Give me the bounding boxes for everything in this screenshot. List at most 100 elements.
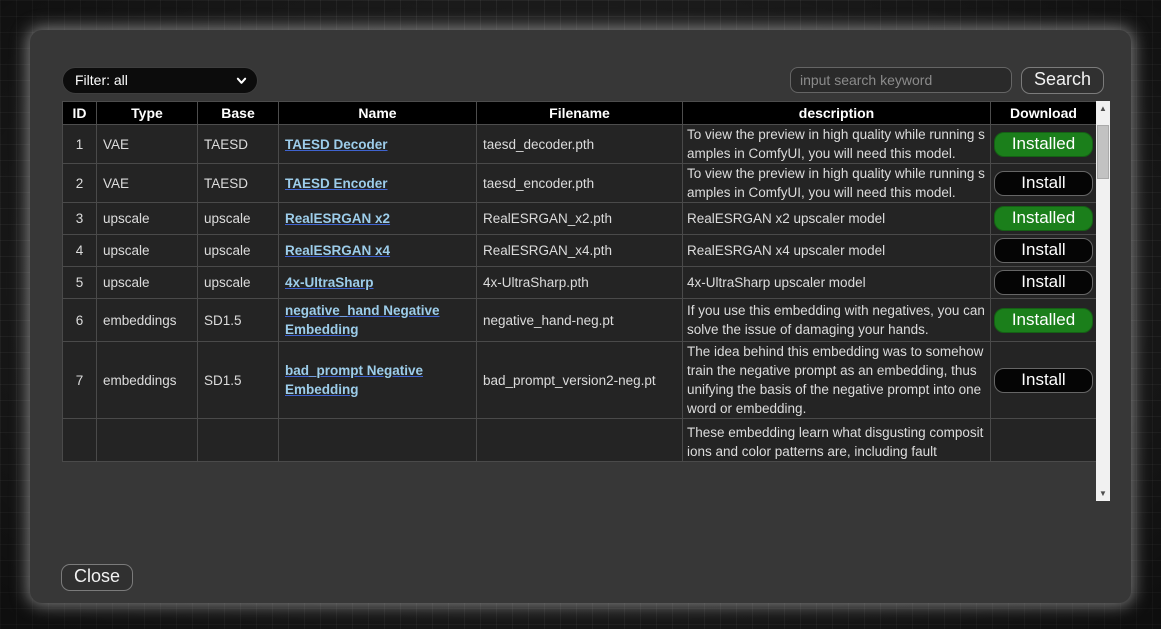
- scroll-down-icon: ▼: [1099, 489, 1107, 498]
- cell-download: Installed: [991, 203, 1097, 235]
- table-row: 7embeddingsSD1.5bad_prompt Negative Embe…: [63, 342, 1097, 419]
- cell-id: 4: [63, 235, 97, 267]
- cell-name: RealESRGAN x2: [279, 203, 477, 235]
- cell-type: VAE: [97, 164, 198, 203]
- cell-download: Install: [991, 342, 1097, 419]
- cell-id: 7: [63, 342, 97, 419]
- cell-description: To view the preview in high quality whil…: [683, 164, 991, 203]
- cell-download: Install: [991, 164, 1097, 203]
- model-name-link[interactable]: TAESD Decoder: [285, 137, 388, 152]
- cell-filename: RealESRGAN_x2.pth: [477, 203, 683, 235]
- scroll-down-button[interactable]: ▼: [1096, 486, 1110, 501]
- table-row: 1VAETAESD TAESD Decoder taesd_decoder.pthT…: [63, 125, 1097, 164]
- install-models-dialog: Filter: all Search IDTypeBaseNameFilenam…: [30, 30, 1131, 603]
- search-group: Search: [790, 67, 1104, 94]
- cell-download: [991, 419, 1097, 462]
- cell-filename: RealESRGAN_x4.pth: [477, 235, 683, 267]
- cell-base: upscale: [198, 267, 279, 299]
- cell-description: 4x-UltraSharp upscaler model: [683, 267, 991, 299]
- cell-description: RealESRGAN x4 upscaler model: [683, 235, 991, 267]
- cell-base: TAESD: [198, 164, 279, 203]
- cell-filename: negative_hand-neg.pt: [477, 299, 683, 342]
- cell-description: RealESRGAN x2 upscaler model: [683, 203, 991, 235]
- model-table-viewport: IDTypeBaseNameFilenamedescriptionDownloa…: [62, 101, 1096, 501]
- cell-description: If you use this embedding with negatives…: [683, 299, 991, 342]
- filter-select[interactable]: Filter: all: [62, 67, 258, 94]
- cell-type: [97, 419, 198, 462]
- cell-base: SD1.5: [198, 342, 279, 419]
- model-name-link[interactable]: negative_hand Negative Embedding: [285, 303, 440, 337]
- column-header-name: Name: [279, 102, 477, 125]
- table-scrollbar[interactable]: ▲ ▼: [1096, 101, 1110, 501]
- cell-base: TAESD: [198, 125, 279, 164]
- cell-download: Install: [991, 235, 1097, 267]
- cell-description: The idea behind this embedding was to so…: [683, 342, 991, 419]
- cell-download: Installed: [991, 125, 1097, 164]
- toolbar: Filter: all Search: [62, 66, 1104, 94]
- cell-base: [198, 419, 279, 462]
- filter-select-wrap: Filter: all: [62, 67, 258, 94]
- cell-description: To view the preview in high quality whil…: [683, 125, 991, 164]
- installed-button[interactable]: Installed: [994, 308, 1093, 333]
- cell-filename: taesd_decoder.pth: [477, 125, 683, 164]
- cell-name: bad_prompt Negative Embedding: [279, 342, 477, 419]
- cell-name: TAESD Encoder: [279, 164, 477, 203]
- scroll-up-icon: ▲: [1099, 104, 1107, 113]
- model-name-link[interactable]: RealESRGAN x2: [285, 211, 390, 226]
- table-row: These embedding learn what disgusting co…: [63, 419, 1097, 462]
- cell-type: upscale: [97, 267, 198, 299]
- cell-download: Installed: [991, 299, 1097, 342]
- column-header-base: Base: [198, 102, 279, 125]
- cell-type: upscale: [97, 235, 198, 267]
- cell-type: embeddings: [97, 299, 198, 342]
- cell-filename: taesd_encoder.pth: [477, 164, 683, 203]
- cell-type: upscale: [97, 203, 198, 235]
- cell-base: upscale: [198, 235, 279, 267]
- model-table-area: IDTypeBaseNameFilenamedescriptionDownloa…: [62, 101, 1110, 501]
- install-button[interactable]: Install: [994, 171, 1093, 196]
- cell-name: negative_hand Negative Embedding: [279, 299, 477, 342]
- cell-name: TAESD Decoder: [279, 125, 477, 164]
- column-header-description: description: [683, 102, 991, 125]
- cell-id: [63, 419, 97, 462]
- column-header-type: Type: [97, 102, 198, 125]
- installed-button[interactable]: Installed: [994, 132, 1093, 157]
- model-name-link[interactable]: 4x-UltraSharp: [285, 275, 374, 290]
- table-row: 4upscaleupscaleRealESRGAN x4RealESRGAN_x…: [63, 235, 1097, 267]
- installed-button[interactable]: Installed: [994, 206, 1093, 231]
- page-background: { "filter": { "selected": "Filter: all" …: [0, 0, 1161, 629]
- model-name-link[interactable]: RealESRGAN x4: [285, 243, 390, 258]
- cell-id: 6: [63, 299, 97, 342]
- table-row: 6embeddingsSD1.5negative_hand Negative E…: [63, 299, 1097, 342]
- cell-name: 4x-UltraSharp: [279, 267, 477, 299]
- cell-base: upscale: [198, 203, 279, 235]
- cell-id: 2: [63, 164, 97, 203]
- model-name-link[interactable]: bad_prompt Negative Embedding: [285, 363, 423, 397]
- cell-id: 1: [63, 125, 97, 164]
- cell-download: Install: [991, 267, 1097, 299]
- install-button[interactable]: Install: [994, 270, 1093, 295]
- cell-base: SD1.5: [198, 299, 279, 342]
- column-header-id: ID: [63, 102, 97, 125]
- dialog-footer: Close: [61, 564, 1131, 591]
- cell-filename: [477, 419, 683, 462]
- column-header-filename: Filename: [477, 102, 683, 125]
- scroll-up-button[interactable]: ▲: [1096, 101, 1110, 116]
- install-button[interactable]: Install: [994, 368, 1093, 393]
- cell-name: RealESRGAN x4: [279, 235, 477, 267]
- cell-id: 3: [63, 203, 97, 235]
- cell-description: These embedding learn what disgusting co…: [683, 419, 991, 462]
- close-button[interactable]: Close: [61, 564, 133, 591]
- search-input[interactable]: [790, 67, 1012, 93]
- model-name-link[interactable]: TAESD Encoder: [285, 176, 388, 191]
- cell-type: VAE: [97, 125, 198, 164]
- cell-id: 5: [63, 267, 97, 299]
- cell-filename: 4x-UltraSharp.pth: [477, 267, 683, 299]
- table-row: 5upscaleupscale4x-UltraSharp4x-UltraShar…: [63, 267, 1097, 299]
- scrollbar-thumb[interactable]: [1097, 125, 1109, 179]
- install-button[interactable]: Install: [994, 238, 1093, 263]
- search-button[interactable]: Search: [1021, 67, 1104, 94]
- model-table: IDTypeBaseNameFilenamedescriptionDownloa…: [62, 101, 1096, 462]
- cell-name: [279, 419, 477, 462]
- table-header-row: IDTypeBaseNameFilenamedescriptionDownloa…: [63, 102, 1097, 125]
